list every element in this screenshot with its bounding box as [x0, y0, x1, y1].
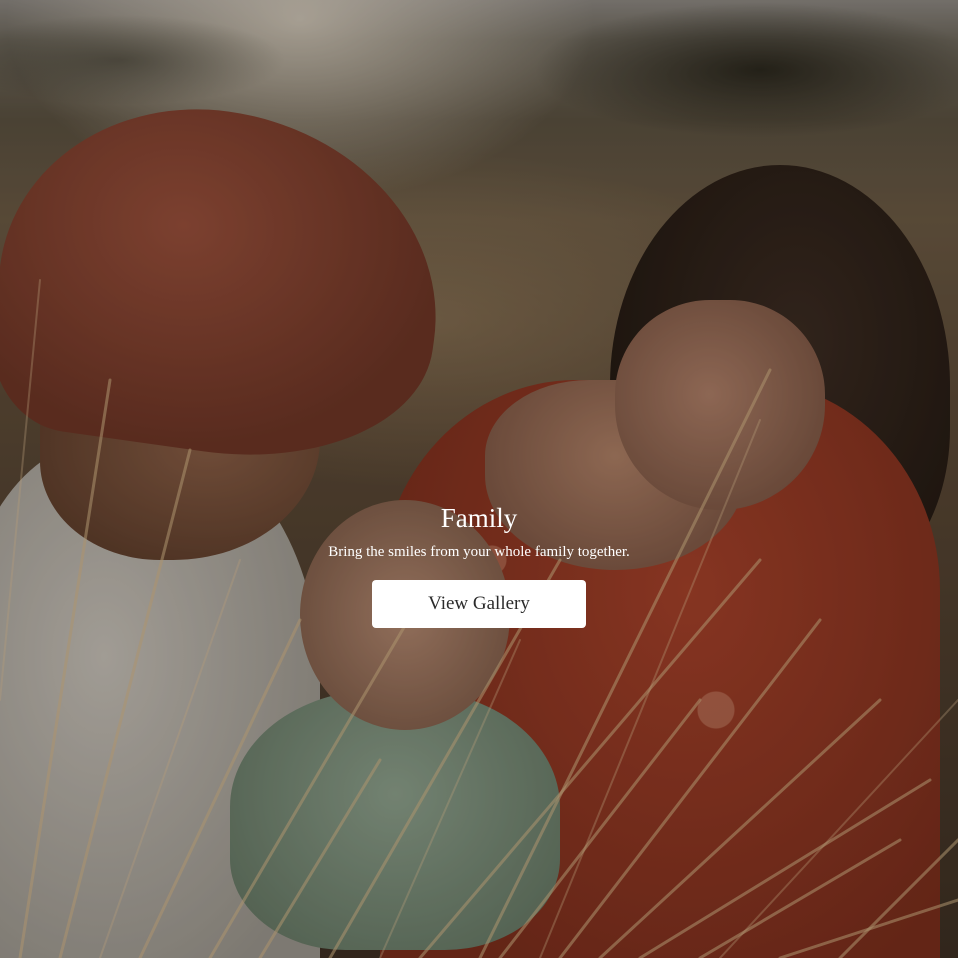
- hero-subtitle: Bring the smiles from your whole family …: [328, 544, 630, 560]
- hero-title: Family: [440, 503, 518, 533]
- hero-content: Family Bring the smiles from your whole …: [0, 498, 958, 628]
- view-gallery-button[interactable]: View Gallery: [372, 580, 586, 628]
- image-dim-overlay: [0, 0, 958, 958]
- family-hero-section: Family Bring the smiles from your whole …: [0, 0, 958, 958]
